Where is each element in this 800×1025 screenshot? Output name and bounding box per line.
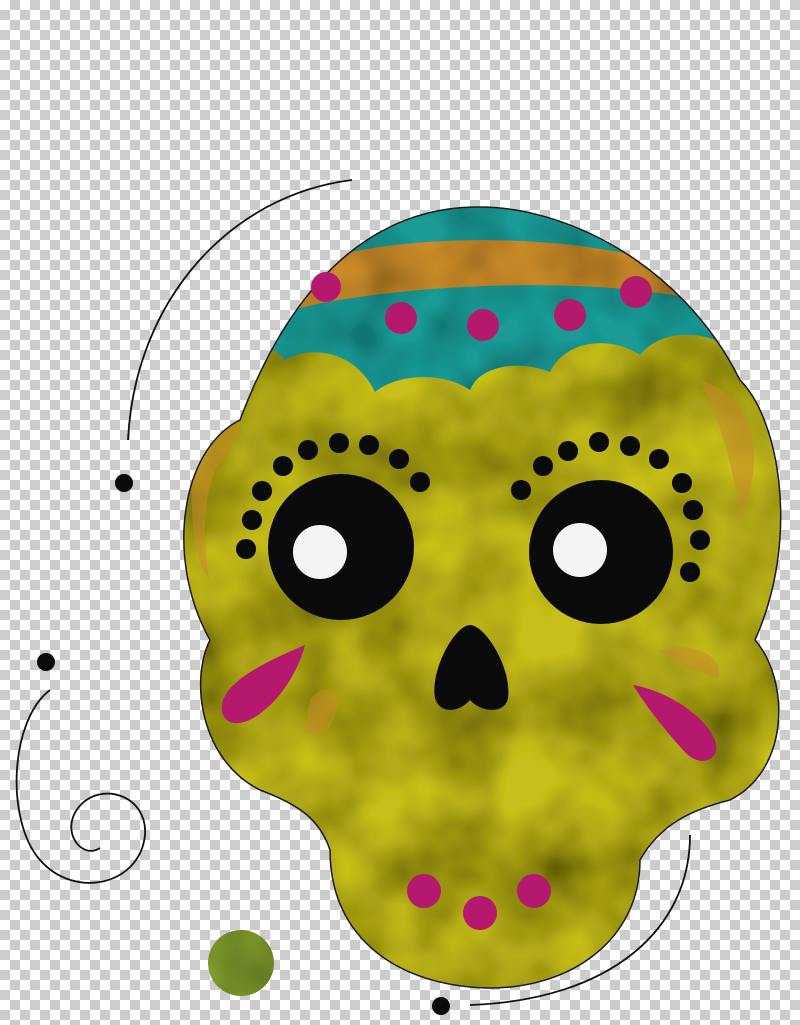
decorative-spiral-line <box>15 689 146 884</box>
sugar-skull-illustration <box>15 179 782 1015</box>
decorative-green-circle <box>208 930 274 996</box>
skull-body <box>183 206 782 989</box>
artwork-canvas <box>0 0 800 1021</box>
decorative-dot <box>37 653 55 671</box>
decorative-dot <box>115 474 133 492</box>
decorative-dot <box>432 997 450 1015</box>
